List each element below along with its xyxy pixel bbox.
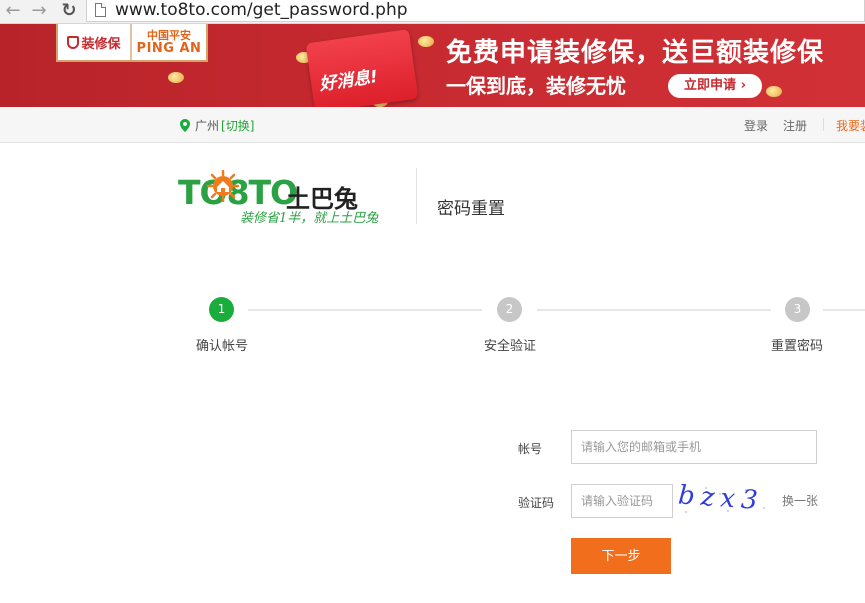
location-selector: 广州 [切换] [180, 117, 254, 134]
account-input[interactable] [571, 430, 817, 464]
zhuangxiubao-logo: 装修保 [58, 24, 132, 60]
shield-icon [67, 35, 80, 49]
pingan-logo: 中国平安 PING AN [132, 24, 206, 60]
pingan-cn-text: 中国平安 [147, 28, 191, 42]
nav-more-link[interactable]: 我要装 [836, 117, 865, 134]
step-2-indicator: 2 [497, 297, 522, 322]
coin-icon [168, 72, 184, 83]
address-bar[interactable]: www.to8to.com/get_password.php [86, 0, 865, 22]
forward-arrow-icon[interactable]: → [28, 1, 50, 23]
banner-title: 免费申请装修保，送巨额装修保 [446, 38, 825, 68]
step-2-label: 安全验证 [484, 339, 537, 354]
register-link[interactable]: 注册 [783, 117, 807, 134]
next-step-button[interactable]: 下一步 [571, 538, 671, 574]
step-connector [537, 309, 771, 311]
step-connector [248, 309, 482, 311]
captcha-label: 验证码 [518, 496, 555, 510]
page-title: 密码重置 [437, 199, 505, 219]
step-3-label: 重置密码 [771, 339, 824, 354]
browser-toolbar: ← → ↻ www.to8to.com/get_password.php [0, 0, 865, 24]
step-1-label: 确认帐号 [196, 339, 249, 354]
page-icon [95, 3, 106, 17]
top-nav: 广州 [切换] 登录 注册 我要装 [0, 107, 865, 143]
refresh-captcha-link[interactable]: 换一张 [782, 492, 818, 509]
account-label: 帐号 [518, 442, 543, 456]
step-1-indicator: 1 [209, 297, 234, 322]
coin-icon [418, 36, 434, 47]
login-link[interactable]: 登录 [744, 117, 768, 134]
captcha-input[interactable] [571, 484, 673, 518]
apply-button-label: 立即申请 [684, 78, 737, 93]
nav-divider [823, 118, 824, 131]
apply-now-button[interactable]: 立即申请 › [668, 74, 762, 98]
step-3-indicator: 3 [785, 297, 810, 322]
back-arrow-icon[interactable]: ← [2, 1, 24, 23]
red-envelope-icon: 好消息! [305, 29, 419, 107]
url-text[interactable]: www.to8to.com/get_password.php [115, 0, 408, 20]
logo-slogan: 装修省1半，就上土巴兔 [240, 211, 379, 226]
coin-icon [766, 86, 782, 97]
envelope-text: 好消息! [318, 66, 380, 95]
captcha-image[interactable]: bzx3 [676, 482, 772, 516]
badge-left-text: 装修保 [81, 36, 121, 52]
switch-city-link[interactable]: [切换] [221, 117, 254, 134]
city-label: 广州 [195, 119, 220, 133]
to8to-logo[interactable]: TO8TO 土巴兔 装修省1半，就上土巴兔 [178, 163, 403, 231]
sun-house-icon [207, 170, 239, 202]
insurance-badge: 装修保 中国平安 PING AN [56, 24, 208, 62]
step-connector [823, 309, 865, 311]
reload-icon[interactable]: ↻ [58, 1, 80, 23]
header-divider [416, 168, 417, 224]
pingan-en-text: PING AN [136, 40, 202, 56]
captcha-text: bzx3 [677, 482, 764, 516]
banner-subtitle: 一保到底，装修无忧 [446, 74, 626, 98]
location-pin-icon [180, 119, 190, 132]
promo-banner[interactable]: 装修保 中国平安 PING AN 好消息! 免费申请装修保，送巨额装修保 一保到… [0, 24, 865, 107]
